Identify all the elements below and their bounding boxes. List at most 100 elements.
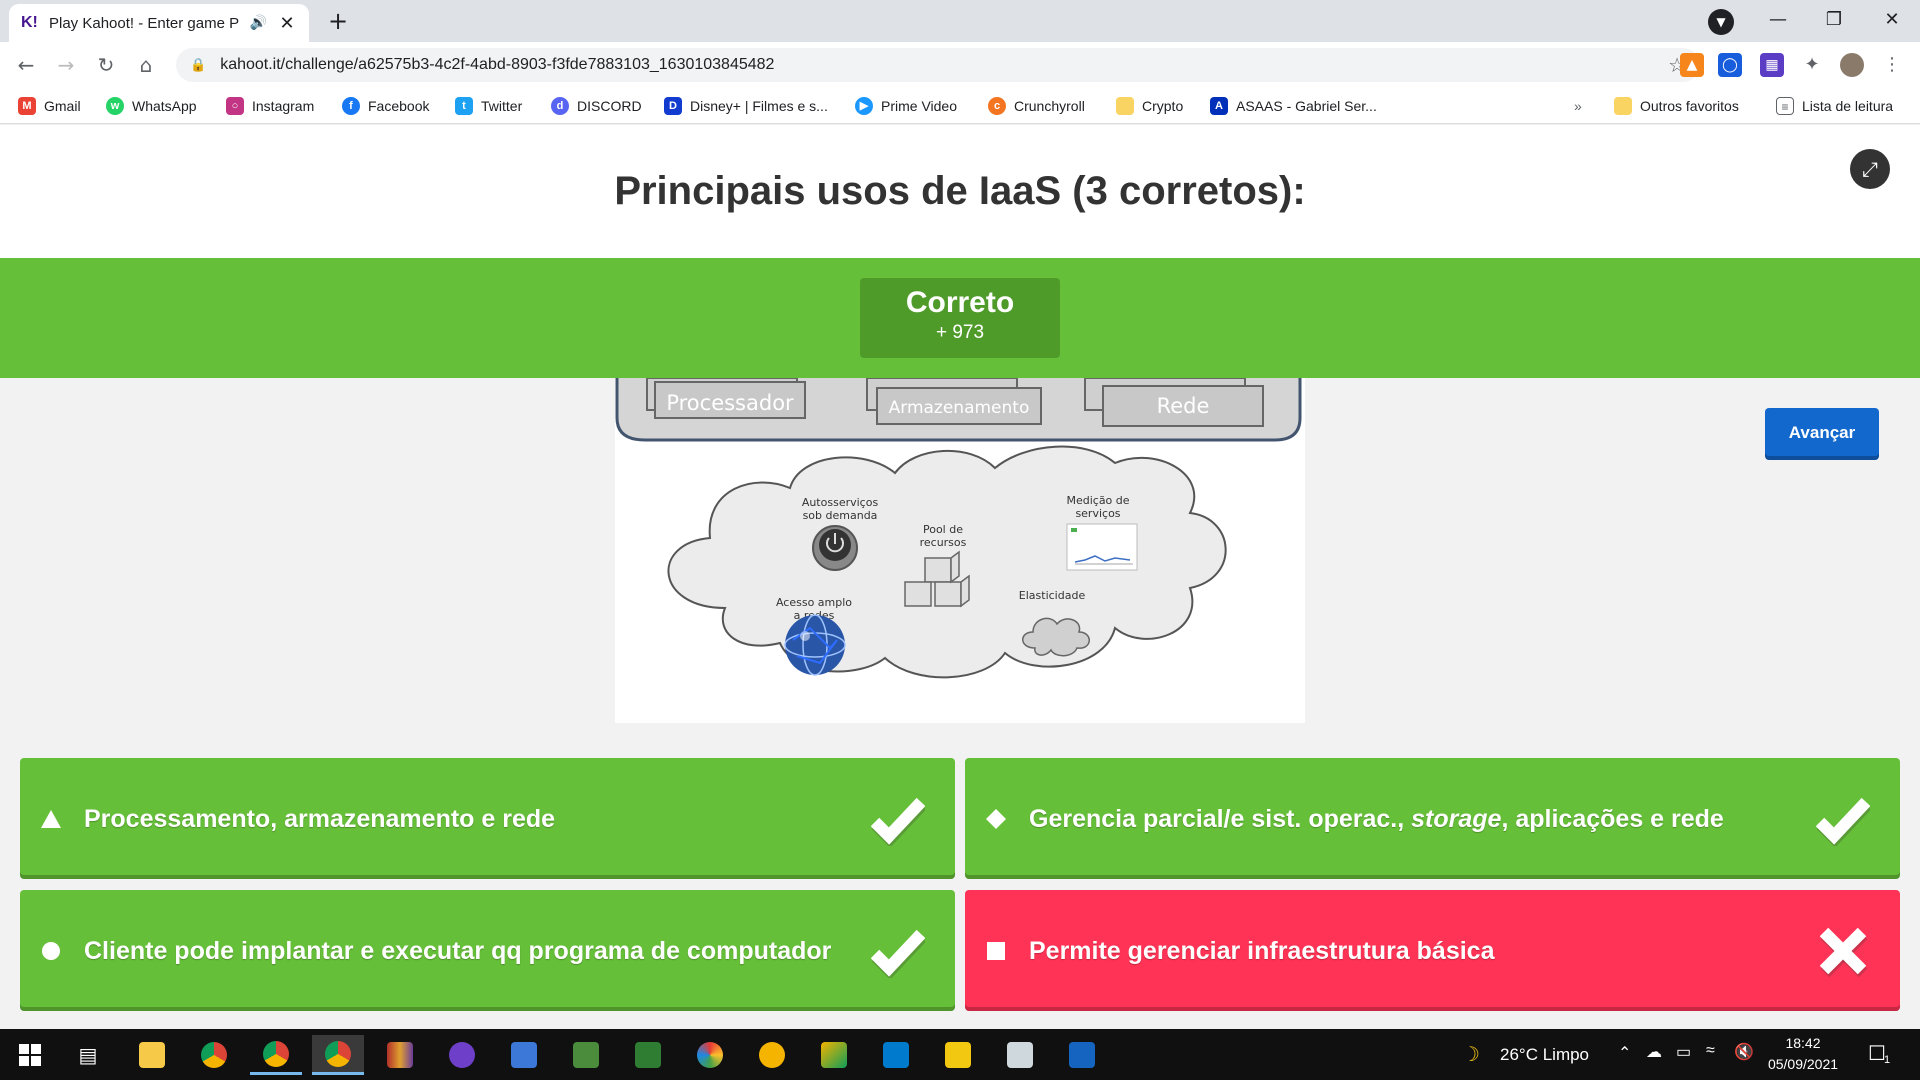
- url-text[interactable]: kahoot.it/challenge/a62575b3-4c2f-4abd-8…: [220, 56, 1668, 74]
- question-image: Processador Armazenamento Rede Autosserv…: [615, 378, 1305, 723]
- bitwarden-extension-icon[interactable]: ◯: [1718, 53, 1742, 77]
- gmail-icon: M: [18, 97, 36, 115]
- clock-time[interactable]: 18:42: [1768, 1035, 1838, 1051]
- powerbi-icon: [945, 1042, 971, 1068]
- tab-search-icon[interactable]: ▼: [1708, 9, 1734, 35]
- twitter-icon: t: [455, 97, 473, 115]
- taskbar-app-editor[interactable]: [622, 1035, 674, 1075]
- result-banner: Correto + 973: [0, 258, 1920, 378]
- github-icon: [449, 1042, 475, 1068]
- address-bar[interactable]: 🔒 kahoot.it/challenge/a62575b3-4c2f-4abd…: [176, 48, 1700, 82]
- close-window-button[interactable]: ✕: [1864, 0, 1920, 42]
- extensions-puzzle-icon[interactable]: ✦: [1800, 53, 1824, 77]
- lock-icon[interactable]: 🔒: [190, 58, 206, 73]
- bookmark-asaas[interactable]: A ASAAS - Gabriel Ser...: [1210, 94, 1377, 118]
- taskbar-app-remote[interactable]: [1056, 1035, 1108, 1075]
- profile-avatar[interactable]: [1840, 53, 1864, 77]
- label-network-1: Acesso amplo: [776, 596, 852, 609]
- instagram-icon: ○: [226, 97, 244, 115]
- network-app-icon: [511, 1042, 537, 1068]
- bookmark-twitter[interactable]: t Twitter: [455, 94, 522, 118]
- next-button[interactable]: Avançar: [1765, 408, 1879, 460]
- facebook-icon: f: [342, 97, 360, 115]
- onedrive-cloud-icon[interactable]: ☁: [1646, 1042, 1662, 1062]
- answer-diamond[interactable]: Gerencia parcial/e sist. operac., storag…: [965, 758, 1900, 879]
- browser-toolbar: ← → ↻ ⌂ 🔒 kahoot.it/challenge/a62575b3-4…: [0, 42, 1920, 88]
- label-pool-2: recursos: [920, 536, 967, 549]
- weather-moon-icon: ☽: [1462, 1044, 1480, 1066]
- back-button[interactable]: ←: [10, 49, 42, 81]
- crunchyroll-icon: c: [988, 97, 1006, 115]
- bookmark-whatsapp[interactable]: w WhatsApp: [106, 94, 197, 118]
- kahoot-favicon-icon: K!: [21, 14, 38, 31]
- taskbar-file-explorer[interactable]: [126, 1035, 178, 1075]
- taskbar-github[interactable]: [436, 1035, 488, 1075]
- taskbar-app-window[interactable]: [994, 1035, 1046, 1075]
- bookmark-folder-crypto[interactable]: Crypto: [1116, 94, 1183, 118]
- battery-icon[interactable]: ▭: [1676, 1042, 1691, 1062]
- reading-list-button[interactable]: ≡ Lista de leitura: [1776, 94, 1893, 118]
- globe-network-icon: [784, 614, 846, 676]
- show-hidden-icons-icon[interactable]: ⌃: [1618, 1043, 1631, 1063]
- chrome-icon: [263, 1040, 289, 1067]
- sun-app-icon: [759, 1042, 785, 1068]
- taskbar-app-puzzle[interactable]: [808, 1035, 860, 1075]
- answer-text: Processamento, armazenamento e rede: [84, 804, 556, 833]
- weather-text[interactable]: 26°C Limpo: [1500, 1045, 1589, 1065]
- windows-taskbar: ▤ ☽ 26°C Limpo ⌃ ☁ ▭ ≈ 🔇 18:42 05/09/202…: [0, 1029, 1920, 1080]
- restore-button[interactable]: ❐: [1806, 0, 1862, 42]
- answer-square[interactable]: Permite gerenciar infraestrutura básica: [965, 890, 1900, 1011]
- taskbar-powerbi[interactable]: [932, 1035, 984, 1075]
- taskbar-vscode[interactable]: [870, 1035, 922, 1075]
- label-self-service-1: Autosserviços: [802, 496, 879, 509]
- taskbar-chrome-active[interactable]: [312, 1035, 364, 1075]
- forward-button[interactable]: →: [50, 49, 82, 81]
- colorful-app-icon: [697, 1042, 723, 1068]
- answer-circle[interactable]: Cliente pode implantar e executar qq pro…: [20, 890, 955, 1011]
- answer-triangle[interactable]: Processamento, armazenamento e rede: [20, 758, 955, 879]
- fullscreen-toggle-icon[interactable]: ⤢: [1850, 149, 1890, 189]
- question-bar: Principais usos de IaaS (3 corretos): ⤢: [0, 125, 1920, 258]
- browser-menu-icon[interactable]: ⋮: [1880, 53, 1904, 77]
- taskbar-chrome-profile[interactable]: [250, 1035, 302, 1075]
- audio-playing-icon[interactable]: 🔊: [250, 15, 267, 31]
- close-tab-icon[interactable]: ✕: [277, 13, 297, 34]
- volume-muted-icon[interactable]: 🔇: [1734, 1042, 1754, 1062]
- bookmark-gmail[interactable]: M Gmail: [18, 94, 81, 118]
- bookmarks-overflow-button[interactable]: »: [1574, 94, 1582, 118]
- taskbar-app-network[interactable]: [498, 1035, 550, 1075]
- reading-list-icon: ≡: [1776, 97, 1794, 115]
- taskbar-app-colorful[interactable]: [684, 1035, 736, 1075]
- bookmark-facebook[interactable]: f Facebook: [342, 94, 429, 118]
- bookmark-discord[interactable]: d DISCORD: [551, 94, 642, 118]
- extension-icon[interactable]: ▦: [1760, 53, 1784, 77]
- home-button[interactable]: ⌂: [130, 49, 162, 81]
- bookmarks-bar: M Gmail w WhatsApp ○ Instagram f Facebook tT…: [0, 88, 1920, 124]
- taskbar-app-sun[interactable]: [746, 1035, 798, 1075]
- clock-date[interactable]: 05/09/2021: [1766, 1056, 1840, 1072]
- window-app-icon: [1007, 1042, 1033, 1068]
- metamask-extension-icon[interactable]: ▲: [1680, 53, 1704, 77]
- minimize-button[interactable]: —: [1750, 0, 1806, 42]
- tab-title: Play Kahoot! - Enter game PIN: [49, 14, 240, 32]
- browser-tab[interactable]: K! Play Kahoot! - Enter game PIN 🔊 ✕: [9, 4, 309, 42]
- start-button[interactable]: [4, 1035, 56, 1075]
- bookmark-instagram[interactable]: ○ Instagram: [226, 94, 314, 118]
- new-tab-button[interactable]: +: [322, 6, 354, 38]
- chrome-icon: [201, 1042, 227, 1068]
- windows-logo-icon: [19, 1044, 41, 1066]
- triangle-icon: [40, 808, 62, 830]
- reload-button[interactable]: ↻: [90, 49, 122, 81]
- taskbar-winrar[interactable]: [374, 1035, 426, 1075]
- bookmark-prime-video[interactable]: ▶ Prime Video: [855, 94, 957, 118]
- bookmark-crunchyroll[interactable]: c Crunchyroll: [988, 94, 1085, 118]
- checkmark-icon: [1816, 797, 1870, 846]
- wifi-icon[interactable]: ≈: [1706, 1042, 1715, 1060]
- task-view-button[interactable]: ▤: [62, 1035, 114, 1075]
- taskbar-app-tool[interactable]: [560, 1035, 612, 1075]
- bookmark-disney[interactable]: D Disney+ | Filmes e s...: [664, 94, 828, 118]
- taskbar-chrome[interactable]: [188, 1035, 240, 1075]
- other-bookmarks-folder[interactable]: Outros favoritos: [1614, 94, 1739, 118]
- checkmark-icon: [871, 797, 925, 846]
- prime-video-icon: ▶: [855, 97, 873, 115]
